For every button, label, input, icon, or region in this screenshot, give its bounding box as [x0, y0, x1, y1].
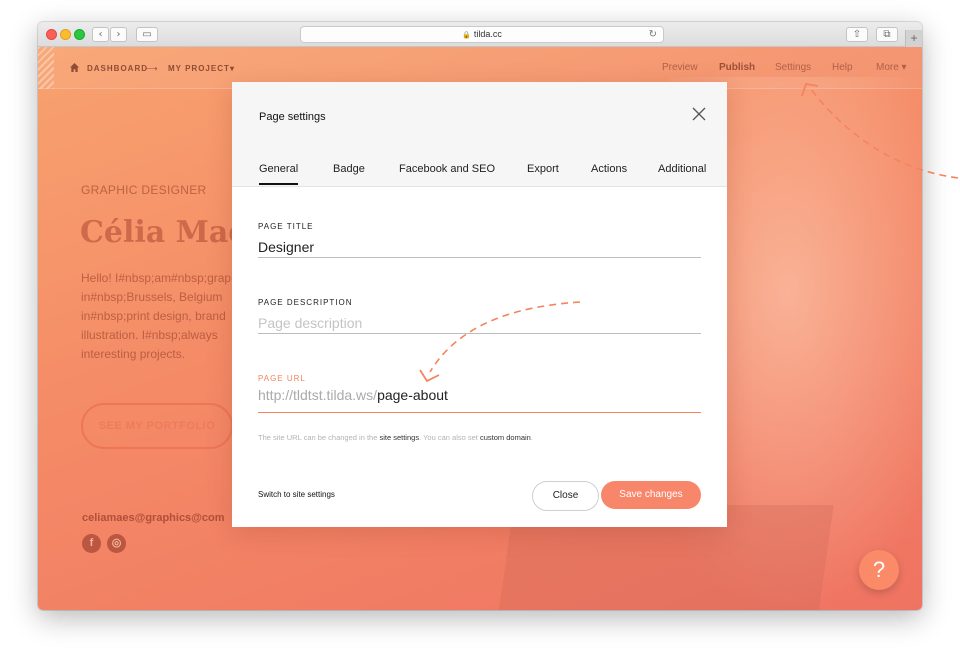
home-icon[interactable] — [70, 63, 79, 72]
address-bar[interactable]: 🔒 tilda.cc ↻ — [300, 26, 664, 43]
site-settings-link[interactable]: site settings — [379, 433, 419, 442]
page-settings-dialog: Page settings General Badge Facebook and… — [232, 82, 727, 527]
url-hint-text-2: . You can also set — [419, 433, 480, 442]
url-hint-text-3: . — [530, 433, 533, 442]
browser-toolbar: ‹ › ▭ 🔒 tilda.cc ↻ ⇧ ⧉ + — [38, 22, 922, 47]
contact-email: celiamaes@graphics@com — [82, 512, 225, 524]
breadcrumb-project[interactable]: MY PROJECT — [168, 64, 230, 73]
breadcrumb-dashboard[interactable]: DASHBOARD — [87, 64, 148, 73]
close-icon[interactable] — [691, 106, 707, 122]
close-window-button[interactable] — [46, 29, 57, 40]
url-hint-text: The site URL can be changed in the — [258, 433, 380, 442]
page-url-label: PAGE URL — [258, 374, 306, 383]
project-dropdown-icon[interactable]: ▾ — [230, 64, 235, 73]
portfolio-button[interactable]: SEE MY PORTFOLIO — [81, 403, 233, 449]
tabs-overview-button[interactable]: ⧉ — [876, 27, 898, 42]
dialog-header: Page settings General Badge Facebook and… — [232, 82, 727, 187]
url-hint: The site URL can be changed in the site … — [258, 433, 533, 442]
address-text: tilda.cc — [473, 29, 502, 39]
back-button[interactable]: ‹ — [92, 27, 109, 42]
page-url-value[interactable]: page-about — [377, 387, 448, 403]
hero-eyebrow: GRAPHIC DESIGNER — [81, 183, 207, 197]
reload-icon[interactable]: ↻ — [649, 27, 657, 42]
page-url-prefix: http://tldtst.tilda.ws/ — [258, 387, 378, 403]
hero-name: Célia Mae — [80, 215, 248, 250]
browser-window: ‹ › ▭ 🔒 tilda.cc ↻ ⇧ ⧉ + DASHBOARD ⟶ MY P… — [38, 22, 922, 610]
page-description-label: PAGE DESCRIPTION — [258, 298, 353, 307]
tab-facebook-seo[interactable]: Facebook and SEO — [399, 163, 495, 175]
save-changes-button[interactable]: Save changes — [601, 481, 701, 509]
page-description-input[interactable] — [258, 312, 701, 334]
share-button[interactable]: ⇧ — [846, 27, 868, 42]
new-tab-button[interactable]: + — [905, 30, 922, 47]
nav-more[interactable]: More ▾ — [876, 62, 907, 73]
facebook-icon[interactable]: f — [82, 534, 101, 553]
page-url-input[interactable]: http://tldtst.tilda.ws/page-about — [258, 387, 701, 413]
forward-button[interactable]: › — [110, 27, 127, 42]
minimize-window-button[interactable] — [60, 29, 71, 40]
custom-domain-link[interactable]: custom domain — [480, 433, 531, 442]
tab-export[interactable]: Export — [527, 163, 559, 175]
tab-actions[interactable]: Actions — [591, 163, 627, 175]
breadcrumb-arrow-icon: ⟶ — [146, 64, 159, 73]
page-title-input[interactable] — [258, 236, 701, 258]
zoom-window-button[interactable] — [74, 29, 85, 40]
nav-publish[interactable]: Publish — [719, 62, 755, 73]
sidebar-toggle-button[interactable]: ▭ — [136, 27, 158, 42]
nav-preview[interactable]: Preview — [662, 62, 698, 73]
tab-additional[interactable]: Additional — [658, 163, 706, 175]
tab-badge[interactable]: Badge — [333, 163, 365, 175]
nav-settings[interactable]: Settings — [775, 62, 811, 73]
dialog-title: Page settings — [259, 111, 326, 123]
lock-icon: 🔒 — [462, 32, 471, 39]
tilda-logo — [38, 47, 54, 89]
help-button[interactable]: ? — [859, 550, 899, 590]
switch-to-site-settings-link[interactable]: Switch to site settings — [258, 490, 335, 499]
page-title-label: PAGE TITLE — [258, 222, 314, 231]
instagram-icon[interactable]: ◎ — [107, 534, 126, 553]
page-canvas: DASHBOARD ⟶ MY PROJECT ▾ Preview Publish… — [38, 47, 922, 610]
close-button[interactable]: Close — [532, 481, 599, 511]
tab-general[interactable]: General — [259, 163, 299, 185]
nav-help[interactable]: Help — [832, 62, 853, 73]
